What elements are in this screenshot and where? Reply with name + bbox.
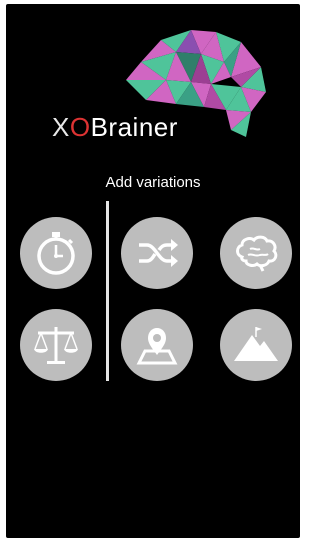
column-divider [106,201,109,381]
mountain-icon [234,327,278,361]
brain-outline-icon [236,235,278,272]
shuffle-icon [139,239,178,267]
mountain-variation-button[interactable] [220,309,292,381]
app-screen: XOBrainer Add variations [6,4,300,538]
brand-suffix: Brainer [90,112,178,142]
balance-scale-icon [34,327,78,364]
brain-variation-button[interactable] [220,217,292,289]
stopwatch-icon [37,232,75,275]
shuffle-variation-button[interactable] [121,217,193,289]
brand-letter-o: O [69,112,91,142]
balance-variation-button[interactable] [20,309,92,381]
map-pin-icon [136,328,178,365]
brand-letter-x: X [52,112,70,142]
location-variation-button[interactable] [121,309,193,381]
page-heading: Add variations [105,174,201,191]
timer-variation-button[interactable] [20,217,92,289]
app-title: XOBrainer [52,112,178,143]
